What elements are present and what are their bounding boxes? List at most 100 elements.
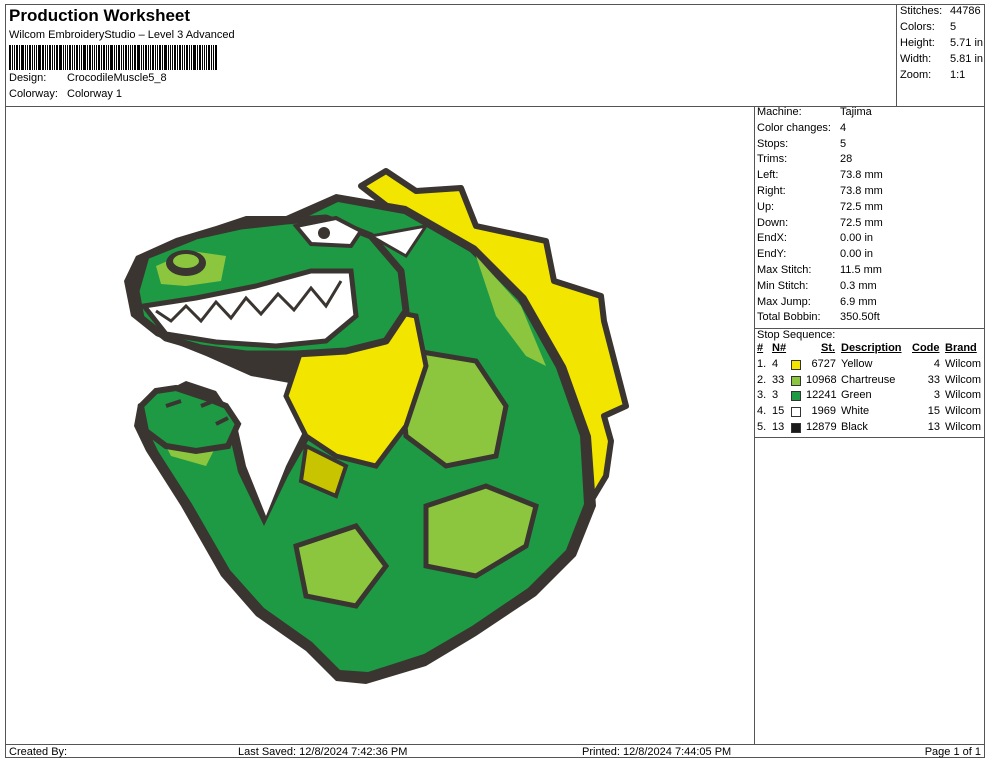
prop-color-changes: Color changes: 4 [757,121,847,134]
barcode-bar [128,45,129,70]
table-row: 1. 4 6727 Yellow 4 Wilcom [757,357,982,370]
barcode-bar [168,45,169,70]
prop-right: Right: 73.8 mm [757,184,883,197]
prop-machine: Machine: Tajima [757,106,872,118]
barcode-bar [179,45,181,70]
barcode-bar [121,45,122,70]
barcode-bar [110,45,113,70]
barcode-bar [164,45,167,70]
barcode-bar [118,45,120,70]
colorway-label: Colorway: [9,88,58,100]
color-swatch [791,359,801,370]
barcode-bar [206,45,207,70]
barcode-bar [204,45,205,70]
barcode-bar [215,45,217,70]
barcode-bar [47,45,48,70]
barcode-bar [193,45,196,70]
prop-trims: Trims: 28 [757,153,853,166]
prop-up: Up: 72.5 mm [757,200,883,213]
col-description: Description [841,342,902,354]
barcode-bar [101,45,102,70]
barcode-bar [76,45,78,70]
worksheet-header: Production Worksheet Wilcom EmbroiderySt… [6,5,896,107]
stat-stitches: Stitches: 44786 [900,5,981,17]
barcode-bar [177,45,178,70]
barcode-bar [65,45,66,70]
barcode-bar [49,45,51,70]
barcode-bar [202,45,203,70]
barcode-bar [45,45,46,70]
barcode-bar [89,45,91,70]
barcode-bar [189,45,190,70]
barcode-bar [172,45,173,70]
color-swatch [791,391,801,402]
barcode-bar [182,45,183,70]
barcode-bar [170,45,171,70]
barcode-bar [12,45,13,70]
stat-width: Width: 5.81 in [900,53,984,65]
stat-height: Height: 5.71 in [900,37,984,49]
barcode-bar [208,45,210,70]
barcode-bar [137,45,140,70]
prop-stops: Stops: 5 [757,137,847,150]
barcode-bar [56,45,58,70]
barcode-bar [96,45,97,70]
software-subtitle: Wilcom EmbroideryStudio – Level 3 Advanc… [9,29,235,41]
barcode-bar [63,45,64,70]
printed-date: Printed: 12/8/2024 7:44:05 PM [582,746,732,758]
barcode-bar [27,45,28,70]
page-title: Production Worksheet [9,6,191,25]
barcode-bar [72,45,73,70]
barcode-bar [184,45,185,70]
col-num: # [757,342,764,354]
barcode-bar [94,45,95,70]
barcode-bar [19,45,20,70]
stop-sequence-heading: Stop Sequence: [754,328,984,343]
barcode-bar [34,45,35,70]
color-swatch [791,422,801,433]
prop-endy: EndY: 0.00 in [757,248,874,261]
barcode-bar [162,45,163,70]
table-row: 2. 33 10968 Chartreuse 33 Wilcom [757,373,982,386]
crocodile-embroidery-image [124,168,629,684]
barcode-bar [213,45,214,70]
barcode-bar [36,45,37,70]
barcode-bar [87,45,88,70]
barcode-bar [38,45,41,70]
col-stitches: St. [821,342,836,354]
barcode-bar [29,45,31,70]
machine-properties: Machine: Tajima Color changes: 4 Stops: 5 T… [754,106,984,327]
barcode-bar [191,45,192,70]
barcode-bar [54,45,55,70]
barcode-bar [134,45,136,70]
barcode-bar [141,45,142,70]
table-row: 4. 15 1969 White 15 Wilcom [757,405,982,418]
barcode-bar [69,45,71,70]
page-number: Page 1 of 1 [924,746,981,758]
barcode-bar [123,45,124,70]
stop-sequence-table: # N# St. Description Code Brand 1. 4 672… [754,342,984,438]
barcode-bar [79,45,80,70]
colorway-value: Colorway 1 [67,88,123,100]
barcode-bar [199,45,201,70]
stats-box: Stitches: 44786 Colors: 5 Height: 5.71 in W… [896,5,985,107]
barcode-bar [132,45,133,70]
table-row: 3. 3 12241 Green 3 Wilcom [757,389,982,402]
barcode-bar [157,45,158,70]
barcode-bar [125,45,127,70]
barcode-bar [145,45,147,70]
barcode-bar [114,45,115,70]
col-code: Code [912,342,940,354]
barcode-bar [83,45,86,70]
barcode-bar [42,45,44,70]
barcode-bar [106,45,107,70]
design-value: CrocodileMuscle5_8 [67,72,167,84]
barcode-bar [59,45,62,70]
barcode-bar [152,45,154,70]
barcode-bar [16,45,18,70]
barcode-bar [25,45,26,70]
barcode-bar [21,45,24,70]
barcode-bar [130,45,131,70]
barcode-bar [52,45,53,70]
barcode-bar [186,45,188,70]
